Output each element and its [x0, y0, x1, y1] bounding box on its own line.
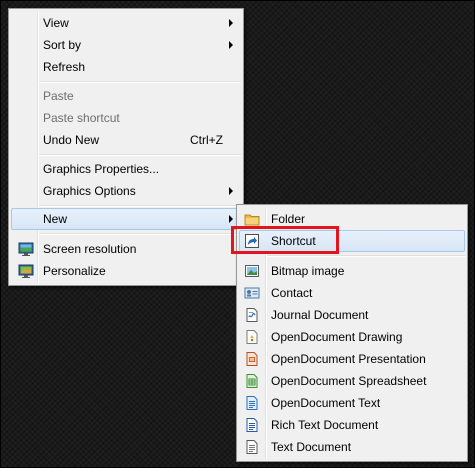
desktop-context-menu: View Sort by Refresh Paste Paste shortcu…	[8, 8, 244, 286]
new-item-bitmap-image[interactable]: Bitmap image	[239, 260, 465, 282]
submenu-arrow-icon	[229, 19, 233, 27]
menu-separator	[39, 233, 241, 235]
new-item-contact[interactable]: Contact	[239, 282, 465, 304]
rich-text-document-icon	[244, 417, 260, 433]
submenu-arrow-icon	[229, 187, 233, 195]
menu-item-graphics-properties[interactable]: Graphics Properties...	[11, 158, 241, 180]
bitmap-image-icon	[244, 263, 260, 279]
menu-item-view[interactable]: View	[11, 12, 241, 34]
new-item-journal-document[interactable]: Journal Document	[239, 304, 465, 326]
menu-item-label: Text Document	[271, 440, 352, 454]
menu-item-label: OpenDocument Drawing	[271, 330, 403, 344]
folder-icon	[244, 211, 260, 227]
menu-item-label: Graphics Properties...	[43, 162, 160, 176]
menu-item-graphics-options[interactable]: Graphics Options	[11, 180, 241, 202]
menu-item-label: OpenDocument Presentation	[271, 352, 426, 366]
opendocument-presentation-icon	[244, 351, 260, 367]
menu-item-label: Contact	[271, 286, 313, 300]
shortcut-icon	[244, 233, 260, 249]
menu-item-personalize[interactable]: Personalize	[11, 260, 241, 282]
submenu-arrow-icon	[229, 215, 233, 223]
menu-separator	[39, 81, 241, 83]
menu-item-label: Paste	[43, 89, 74, 103]
submenu-arrow-icon	[229, 41, 233, 49]
menu-item-label: OpenDocument Spreadsheet	[271, 374, 427, 388]
menu-separator	[39, 154, 241, 156]
menu-item-label: Screen resolution	[43, 242, 137, 256]
screen-resolution-icon	[18, 241, 34, 257]
menu-item-shortcut: Ctrl+Z	[190, 133, 223, 147]
menu-item-label: View	[43, 16, 69, 30]
menu-item-label: OpenDocument Text	[271, 396, 381, 410]
menu-item-refresh[interactable]: Refresh	[11, 56, 241, 78]
menu-item-paste: Paste	[11, 85, 241, 107]
menu-item-label: Graphics Options	[43, 184, 136, 198]
new-item-rich-text-document[interactable]: Rich Text Document	[239, 414, 465, 436]
menu-item-label: New	[43, 212, 68, 226]
menu-item-label: Paste shortcut	[43, 111, 120, 125]
new-item-folder[interactable]: Folder	[239, 208, 465, 230]
menu-item-label: Sort by	[43, 38, 82, 52]
personalize-icon	[18, 263, 34, 279]
menu-item-new[interactable]: New	[11, 208, 241, 230]
opendocument-spreadsheet-icon	[244, 373, 260, 389]
menu-separator	[39, 205, 241, 207]
new-item-opendocument-presentation[interactable]: OpenDocument Presentation	[239, 348, 465, 370]
menu-item-sort-by[interactable]: Sort by	[11, 34, 241, 56]
new-submenu: Folder Shortcut Bitmap image Contact Jou…	[236, 204, 468, 462]
menu-item-label: Bitmap image	[271, 264, 345, 278]
text-document-icon	[244, 439, 260, 455]
menu-item-label: Rich Text Document	[271, 418, 379, 432]
menu-item-label: Refresh	[43, 60, 86, 74]
menu-item-label: Folder	[271, 212, 306, 226]
new-item-text-document[interactable]: Text Document	[239, 436, 465, 458]
menu-item-undo-new[interactable]: Undo New Ctrl+Z	[11, 129, 241, 151]
menu-item-label: Personalize	[43, 264, 106, 278]
menu-item-label: Shortcut	[271, 234, 316, 248]
opendocument-text-icon	[244, 395, 260, 411]
menu-item-paste-shortcut: Paste shortcut	[11, 107, 241, 129]
new-item-shortcut[interactable]: Shortcut	[239, 230, 465, 252]
menu-separator	[267, 255, 465, 257]
menu-item-label: Undo New	[43, 133, 100, 147]
menu-item-label: Journal Document	[271, 308, 369, 322]
new-item-opendocument-text[interactable]: OpenDocument Text	[239, 392, 465, 414]
contact-icon	[244, 285, 260, 301]
journal-document-icon	[244, 307, 260, 323]
opendocument-drawing-icon	[244, 329, 260, 345]
new-item-opendocument-drawing[interactable]: OpenDocument Drawing	[239, 326, 465, 348]
menu-item-screen-resolution[interactable]: Screen resolution	[11, 238, 241, 260]
new-item-opendocument-spreadsheet[interactable]: OpenDocument Spreadsheet	[239, 370, 465, 392]
